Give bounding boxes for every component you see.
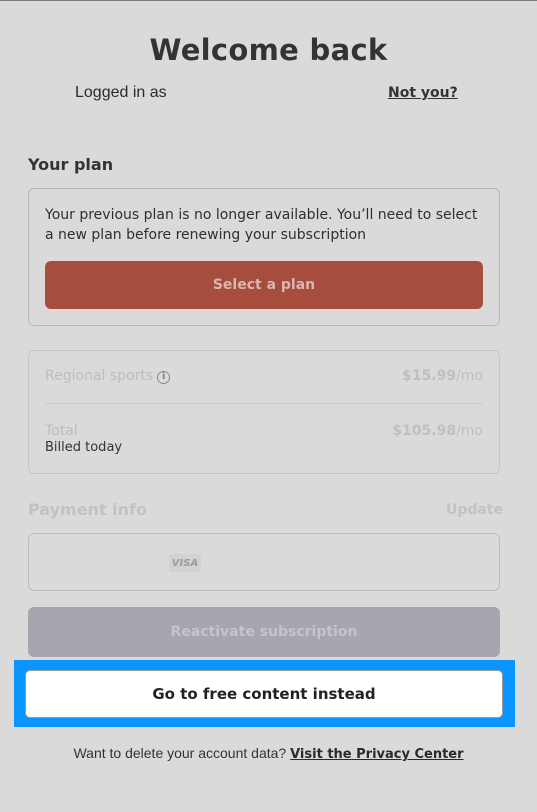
- reactivate-subscription-button[interactable]: Reactivate subscription: [28, 607, 500, 657]
- footer: Want to delete your account data? Visit …: [0, 745, 537, 762]
- regional-sports-price: $15.99/mo: [402, 368, 483, 384]
- payment-info-heading: Payment info: [28, 500, 147, 519]
- regional-sports-row: Regional sports i: [45, 368, 171, 384]
- visa-icon: VISA: [169, 554, 201, 572]
- regional-price-period: /mo: [456, 368, 483, 384]
- plan-message: Your previous plan is no longer availabl…: [45, 207, 478, 243]
- delete-account-text: Want to delete your account data?: [73, 745, 287, 761]
- page-title: Welcome back: [149, 33, 388, 67]
- plan-card: Your previous plan is no longer availabl…: [28, 188, 500, 326]
- billed-today-label: Billed today: [45, 440, 123, 455]
- total-price-amount: $105.98: [392, 423, 457, 439]
- regional-sports-label: Regional sports: [45, 368, 154, 384]
- regional-price-amount: $15.99: [402, 368, 457, 384]
- payment-card: VISA: [28, 533, 500, 591]
- total-label: Total: [45, 423, 78, 439]
- free-content-button[interactable]: Go to free content instead: [25, 670, 503, 718]
- your-plan-heading: Your plan: [28, 155, 114, 174]
- info-icon[interactable]: i: [157, 371, 171, 384]
- select-plan-button[interactable]: Select a plan: [45, 261, 483, 309]
- total-price: $105.98/mo: [392, 423, 483, 439]
- privacy-center-link[interactable]: Visit the Privacy Center: [290, 747, 463, 762]
- top-border: [0, 0, 537, 1]
- logged-in-label: Logged in as: [75, 84, 167, 101]
- summary-divider: [45, 403, 483, 404]
- total-price-period: /mo: [456, 423, 483, 439]
- plan-summary: Regional sports i $15.99/mo Total $105.98…: [28, 350, 500, 474]
- update-payment-link[interactable]: Update: [446, 502, 503, 518]
- not-you-link[interactable]: Not you?: [388, 85, 458, 101]
